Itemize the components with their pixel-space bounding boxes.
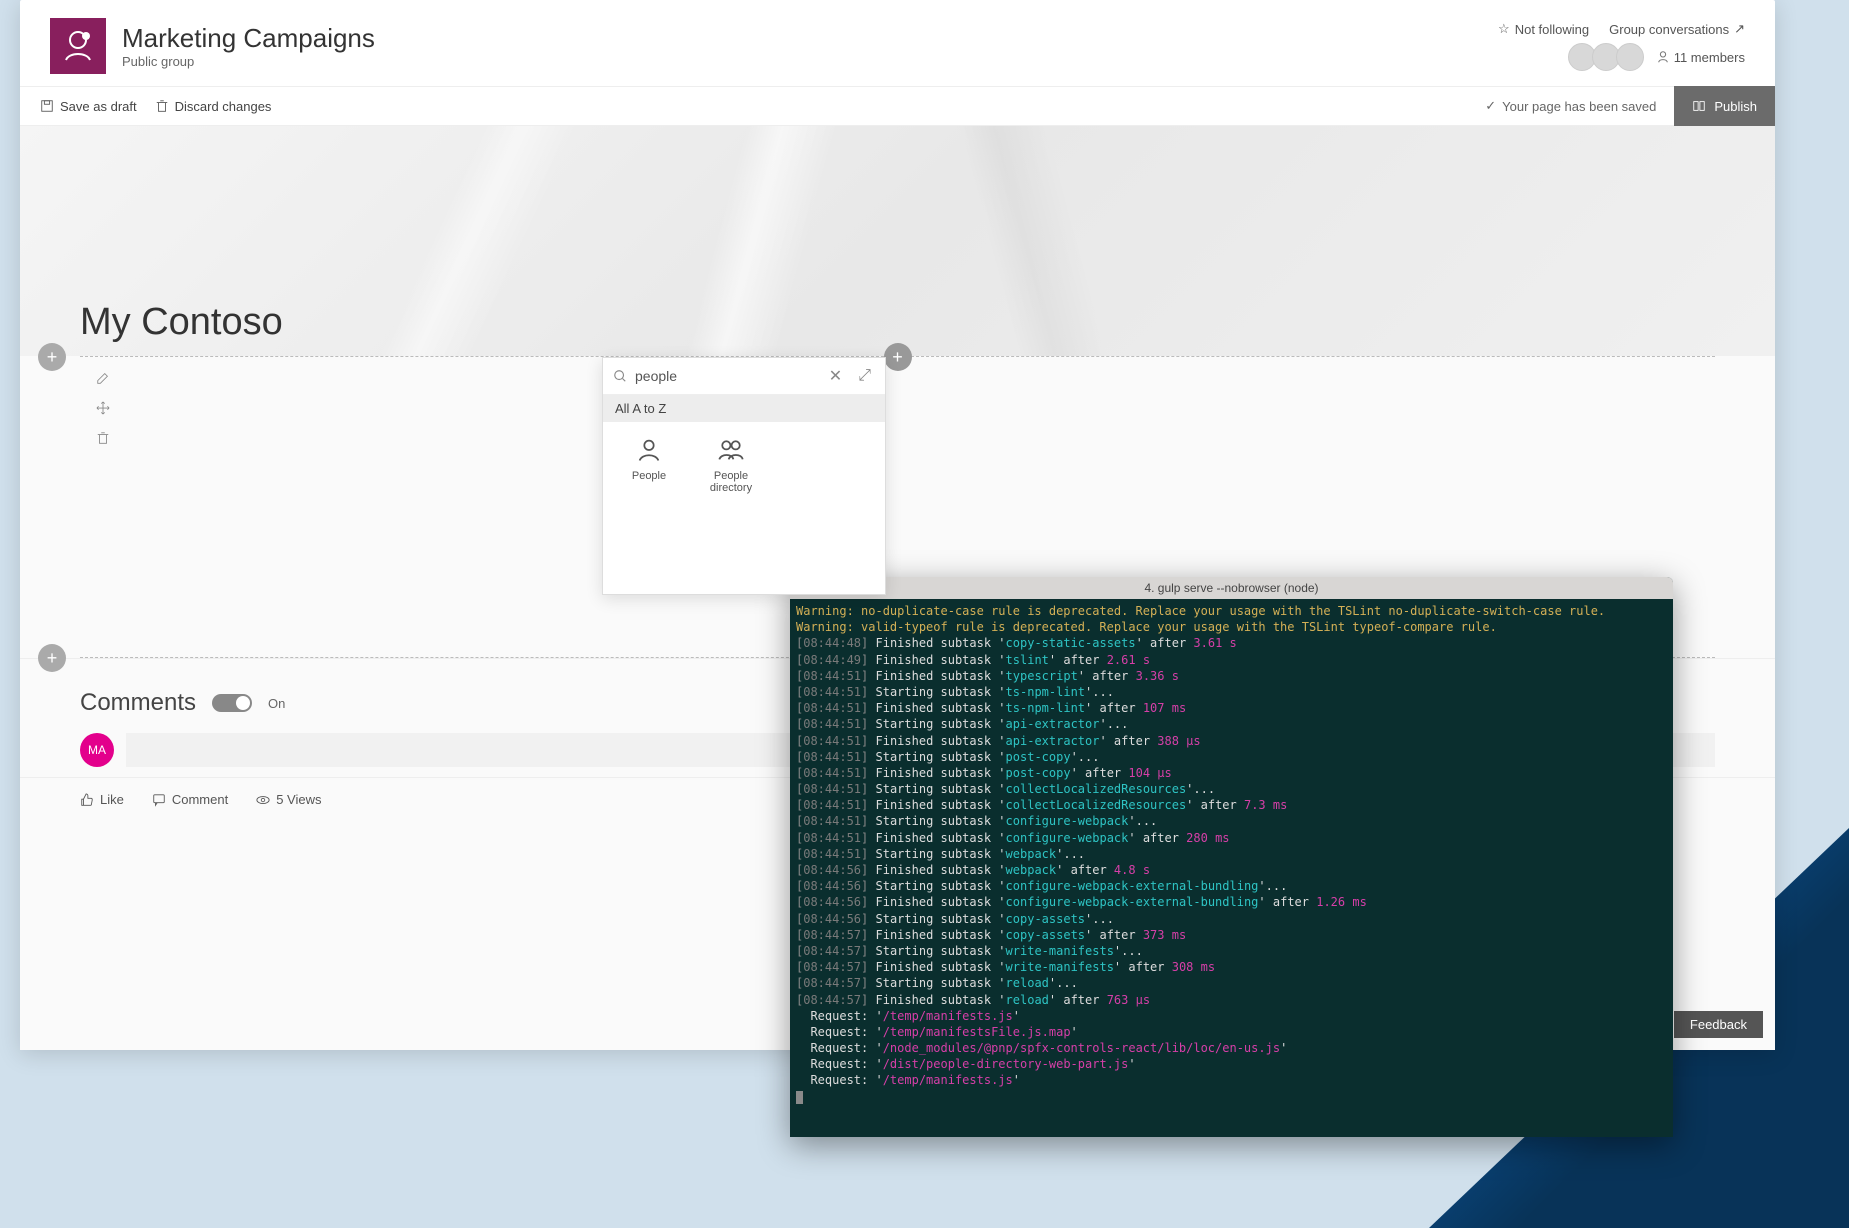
- person-icon: [1656, 50, 1670, 64]
- members-count: 11 members: [1674, 50, 1745, 65]
- toolbox-search-row: ✕ ⤢: [603, 358, 885, 395]
- like-label: Like: [100, 792, 124, 807]
- toolbox-grid: People People directory: [603, 422, 885, 594]
- views-label: 5 Views: [276, 792, 321, 807]
- expand-toolbox-button[interactable]: ⤢: [854, 365, 875, 387]
- site-header: Marketing Campaigns Public group ☆ Not f…: [20, 0, 1775, 86]
- terminal-titlebar[interactable]: 4. gulp serve --nobrowser (node): [790, 577, 1673, 599]
- star-icon: ☆: [1498, 21, 1510, 37]
- publish-button[interactable]: Publish: [1674, 86, 1775, 126]
- member-avatar: [1616, 43, 1644, 71]
- like-icon: [80, 793, 94, 807]
- terminal-title: 4. gulp serve --nobrowser (node): [790, 581, 1673, 595]
- add-section-button[interactable]: +: [38, 644, 66, 672]
- feedback-button[interactable]: Feedback: [1674, 1011, 1763, 1038]
- webpart-item-label: People directory: [695, 470, 767, 494]
- comment-label: Comment: [172, 792, 228, 807]
- people-icon: [717, 436, 745, 464]
- toolbox-category-header: All A to Z: [603, 395, 885, 422]
- group-conversations-label: Group conversations: [1609, 22, 1729, 37]
- terminal-window: 4. gulp serve --nobrowser (node) Warning…: [790, 577, 1673, 1137]
- page-title[interactable]: My Contoso: [80, 301, 283, 344]
- comments-title: Comments: [80, 689, 196, 717]
- views-icon: [256, 793, 270, 807]
- save-draft-button[interactable]: Save as draft: [40, 99, 137, 114]
- logo-icon: [58, 26, 98, 66]
- edit-webpart-button[interactable]: [94, 369, 112, 387]
- external-link-icon: ↗: [1734, 21, 1745, 37]
- discard-label: Discard changes: [175, 99, 272, 114]
- not-following-link[interactable]: ☆ Not following: [1498, 21, 1589, 37]
- move-webpart-button[interactable]: [94, 399, 112, 417]
- comments-toggle-label: On: [268, 696, 285, 711]
- add-section-button[interactable]: +: [38, 343, 66, 371]
- publish-icon: [1692, 99, 1706, 113]
- webpart-item-label: People: [632, 470, 666, 482]
- group-conversations-link[interactable]: Group conversations ↗: [1609, 21, 1745, 37]
- check-icon: ✓: [1485, 98, 1496, 114]
- webpart-item-people[interactable]: People: [613, 436, 685, 494]
- site-subtitle: Public group: [122, 54, 375, 69]
- search-icon: [613, 369, 627, 383]
- clear-search-button[interactable]: ✕: [825, 364, 846, 388]
- like-button[interactable]: Like: [80, 792, 124, 807]
- header-right: ☆ Not following Group conversations ↗ 11…: [1498, 21, 1745, 71]
- command-bar: Save as draft Discard changes ✓ Your pag…: [20, 86, 1775, 126]
- site-title[interactable]: Marketing Campaigns: [122, 23, 375, 54]
- webpart-side-tools: [94, 369, 112, 447]
- save-icon: [40, 99, 54, 113]
- comment-icon: [152, 793, 166, 807]
- current-user-avatar: MA: [80, 733, 114, 767]
- webpart-toolbox: ✕ ⤢ All A to Z People People directory: [602, 357, 886, 595]
- site-logo[interactable]: [50, 18, 106, 74]
- save-status: ✓ Your page has been saved: [1485, 98, 1656, 114]
- site-title-block: Marketing Campaigns Public group: [122, 23, 375, 69]
- views-indicator: 5 Views: [256, 792, 321, 807]
- comments-toggle[interactable]: [212, 694, 252, 712]
- toolbox-search-input[interactable]: [635, 368, 817, 384]
- comment-button[interactable]: Comment: [152, 792, 228, 807]
- delete-webpart-button[interactable]: [94, 429, 112, 447]
- members-row[interactable]: 11 members: [1576, 43, 1745, 71]
- webpart-item-people-directory[interactable]: People directory: [695, 436, 767, 494]
- terminal-output[interactable]: Warning: no-duplicate-case rule is depre…: [790, 599, 1673, 1137]
- save-draft-label: Save as draft: [60, 99, 137, 114]
- discard-button[interactable]: Discard changes: [155, 99, 272, 114]
- not-following-label: Not following: [1515, 22, 1589, 37]
- hero-banner[interactable]: My Contoso: [20, 126, 1775, 356]
- save-status-label: Your page has been saved: [1502, 99, 1656, 114]
- discard-icon: [155, 99, 169, 113]
- person-icon: [635, 436, 663, 464]
- publish-label: Publish: [1714, 99, 1757, 114]
